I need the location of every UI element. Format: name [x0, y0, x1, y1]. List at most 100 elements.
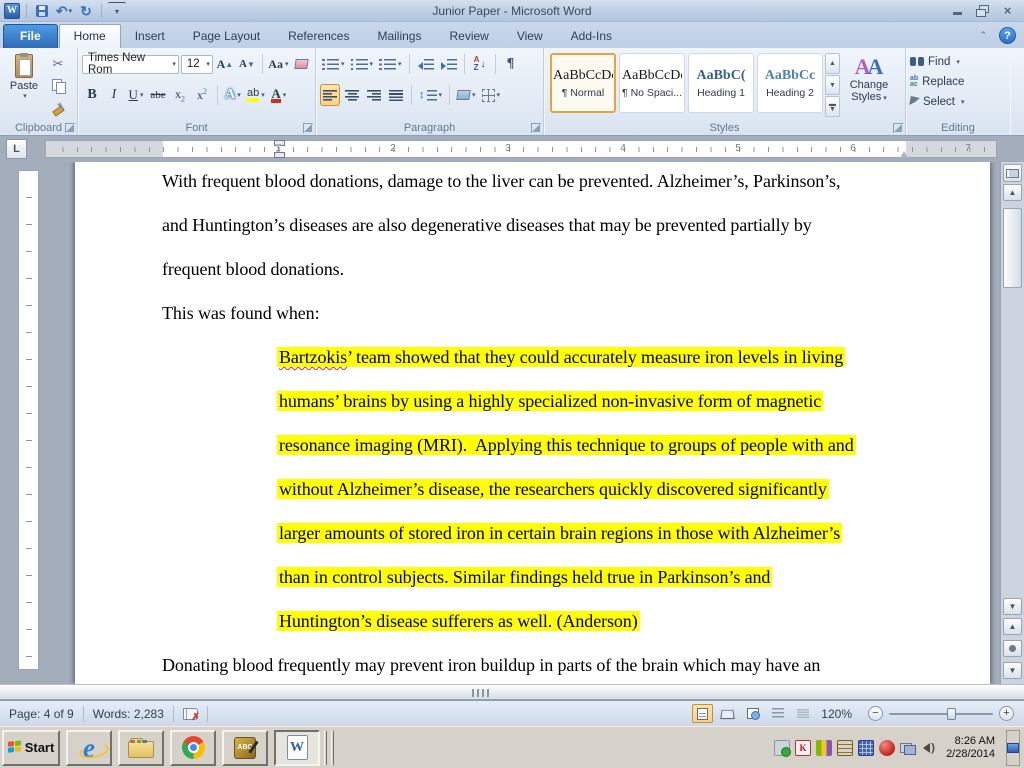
collapse-ribbon-icon[interactable]: ⌃ [975, 28, 991, 43]
highlighted-quote-line[interactable]: humans’ brains by using a highly special… [162, 388, 952, 432]
tab-stop-selector[interactable]: L [6, 139, 27, 159]
shrink-font-button[interactable]: A▼ [237, 53, 257, 75]
align-center-button[interactable] [342, 84, 362, 106]
horizontal-scrollbar[interactable] [0, 684, 1024, 700]
tab-view[interactable]: View [503, 25, 557, 48]
zoom-out-button[interactable]: − [868, 706, 883, 721]
font-dialog-launcher-icon[interactable] [303, 123, 313, 133]
subscript-button[interactable]: x2 [170, 84, 190, 106]
format-painter-button[interactable] [48, 98, 68, 119]
tray-network-icon[interactable] [900, 740, 916, 756]
borders-button[interactable]: ▾ [480, 84, 503, 106]
scroll-down-button[interactable]: ▼ [1003, 598, 1022, 615]
tab-insert[interactable]: Insert [121, 25, 179, 48]
web-layout-view-button[interactable] [742, 704, 763, 723]
word-count[interactable]: Words: 2,283 [84, 701, 173, 726]
close-button[interactable]: × [999, 5, 1016, 17]
highlighted-quote-line[interactable]: resonance imaging (MRI). Applying this t… [162, 432, 952, 476]
zoom-level[interactable]: 120% [817, 707, 856, 721]
cut-button[interactable]: ✂ [48, 53, 68, 74]
fullscreen-reading-view-button[interactable] [717, 704, 738, 723]
vertical-scrollbar[interactable]: ▲ ▼ ▲ ▼ [1000, 162, 1024, 684]
left-indent-marker[interactable] [274, 147, 283, 158]
minimize-button[interactable] [949, 5, 966, 17]
previous-page-button[interactable]: ▲ [1003, 618, 1022, 635]
grow-font-button[interactable]: A▲ [215, 53, 235, 75]
sort-button[interactable]: AZ↓ [470, 53, 490, 75]
bullets-button[interactable]: ▾ [320, 53, 347, 75]
align-left-button[interactable] [320, 84, 340, 106]
font-size-combobox[interactable]: 12▾ [181, 55, 213, 74]
text-line[interactable]: Donating blood frequently may prevent ir… [162, 652, 952, 684]
scrollbar-grip-icon[interactable] [472, 689, 492, 697]
align-right-button[interactable] [364, 84, 384, 106]
outline-view-button[interactable] [767, 704, 788, 723]
document-page[interactable]: With frequent blood donations, damage to… [75, 162, 990, 684]
font-color-button[interactable]: A▾ [269, 84, 289, 106]
change-styles-button[interactable]: AA Change Styles▾ [840, 51, 898, 119]
shading-button[interactable]: ▾ [455, 84, 478, 106]
increase-indent-button[interactable] [438, 53, 459, 75]
tab-review[interactable]: Review [435, 25, 502, 48]
justify-button[interactable] [386, 84, 406, 106]
tray-volume-icon[interactable] [921, 740, 937, 756]
tray-antivirus-icon[interactable]: K [795, 740, 811, 756]
paragraph-dialog-launcher-icon[interactable] [531, 123, 541, 133]
zoom-in-button[interactable]: + [999, 706, 1014, 721]
right-indent-marker[interactable] [900, 150, 909, 158]
show-desktop-button[interactable] [1006, 730, 1020, 766]
taskbar-internet-explorer-button[interactable]: e [66, 730, 112, 766]
highlighted-quote-line[interactable]: without Alzheimer’s disease, the researc… [162, 476, 952, 520]
find-button[interactable]: Find▾ [910, 53, 1006, 70]
clipboard-dialog-launcher-icon[interactable] [65, 123, 75, 133]
vertical-ruler[interactable] [18, 170, 39, 670]
horizontal-ruler[interactable]: 1 2 3 4 5 6 7 [45, 140, 997, 158]
styles-dialog-launcher-icon[interactable] [893, 123, 903, 133]
style-heading-2[interactable]: AaBbCc Heading 2 [757, 53, 823, 113]
highlighted-quote-line[interactable]: Huntington’s disease sufferers as well. … [162, 608, 952, 652]
scroll-up-button[interactable]: ▲ [1003, 184, 1022, 201]
strikethrough-button[interactable]: abe [148, 84, 168, 106]
superscript-button[interactable]: x2 [192, 84, 212, 106]
proofing-status-button[interactable] [174, 701, 207, 726]
taskbar-file-explorer-button[interactable] [118, 730, 164, 766]
customize-quick-access-button[interactable]: ▾ [108, 2, 126, 20]
styles-scroll-down-button[interactable]: ▼ [825, 75, 840, 96]
taskbar-chrome-button[interactable] [170, 730, 216, 766]
save-button[interactable] [33, 2, 51, 20]
show-hide-paragraph-button[interactable]: ¶ [501, 53, 521, 75]
text-line[interactable]: With frequent blood donations, damage to… [162, 168, 952, 212]
tray-red-app-icon[interactable] [879, 740, 895, 756]
start-button[interactable]: Start [2, 730, 60, 766]
tab-page-layout[interactable]: Page Layout [179, 25, 274, 48]
taskbar-clock[interactable]: 8:26 AM 2/28/2014 [942, 735, 1001, 761]
copy-button[interactable] [48, 75, 68, 96]
zoom-slider-track[interactable] [889, 713, 993, 715]
restore-button[interactable] [974, 5, 991, 17]
paste-button[interactable]: Paste ▾ [4, 51, 44, 117]
scrollbar-thumb[interactable] [1003, 208, 1022, 288]
font-name-combobox[interactable]: Times New Rom▾ [82, 55, 179, 74]
styles-more-button[interactable]: ▬▼ [825, 96, 840, 117]
undo-button[interactable]: ↶▾ [55, 2, 73, 20]
style-heading-1[interactable]: AaBbC( Heading 1 [688, 53, 754, 113]
text-line[interactable]: and Huntington’s diseases are also degen… [162, 212, 952, 256]
draft-view-button[interactable] [792, 704, 813, 723]
zoom-slider-thumb[interactable] [947, 708, 956, 720]
tab-home[interactable]: Home [59, 24, 121, 48]
text-highlight-button[interactable]: ab▾ [245, 84, 267, 106]
multilevel-list-button[interactable]: ▾ [377, 53, 404, 75]
redo-button[interactable]: ↻ [77, 2, 95, 20]
text-line[interactable]: frequent blood donations. [162, 256, 952, 300]
replace-button[interactable]: abac Replace [910, 73, 1006, 90]
select-button[interactable]: Select▾ [910, 93, 1006, 110]
page-indicator[interactable]: Page: 4 of 9 [0, 701, 83, 726]
highlighted-quote-line[interactable]: Bartzokis’ team showed that they could a… [162, 344, 952, 388]
text-line[interactable]: This was found when: [162, 300, 952, 344]
highlighted-quote-line[interactable]: than in control subjects. Similar findin… [162, 564, 952, 608]
taskbar-word-button[interactable]: W [274, 730, 320, 766]
ruler-toggle-button[interactable] [1003, 164, 1022, 182]
decrease-indent-button[interactable] [415, 53, 436, 75]
next-page-button[interactable]: ▼ [1003, 662, 1022, 679]
tray-gold-app-icon[interactable] [837, 740, 853, 756]
